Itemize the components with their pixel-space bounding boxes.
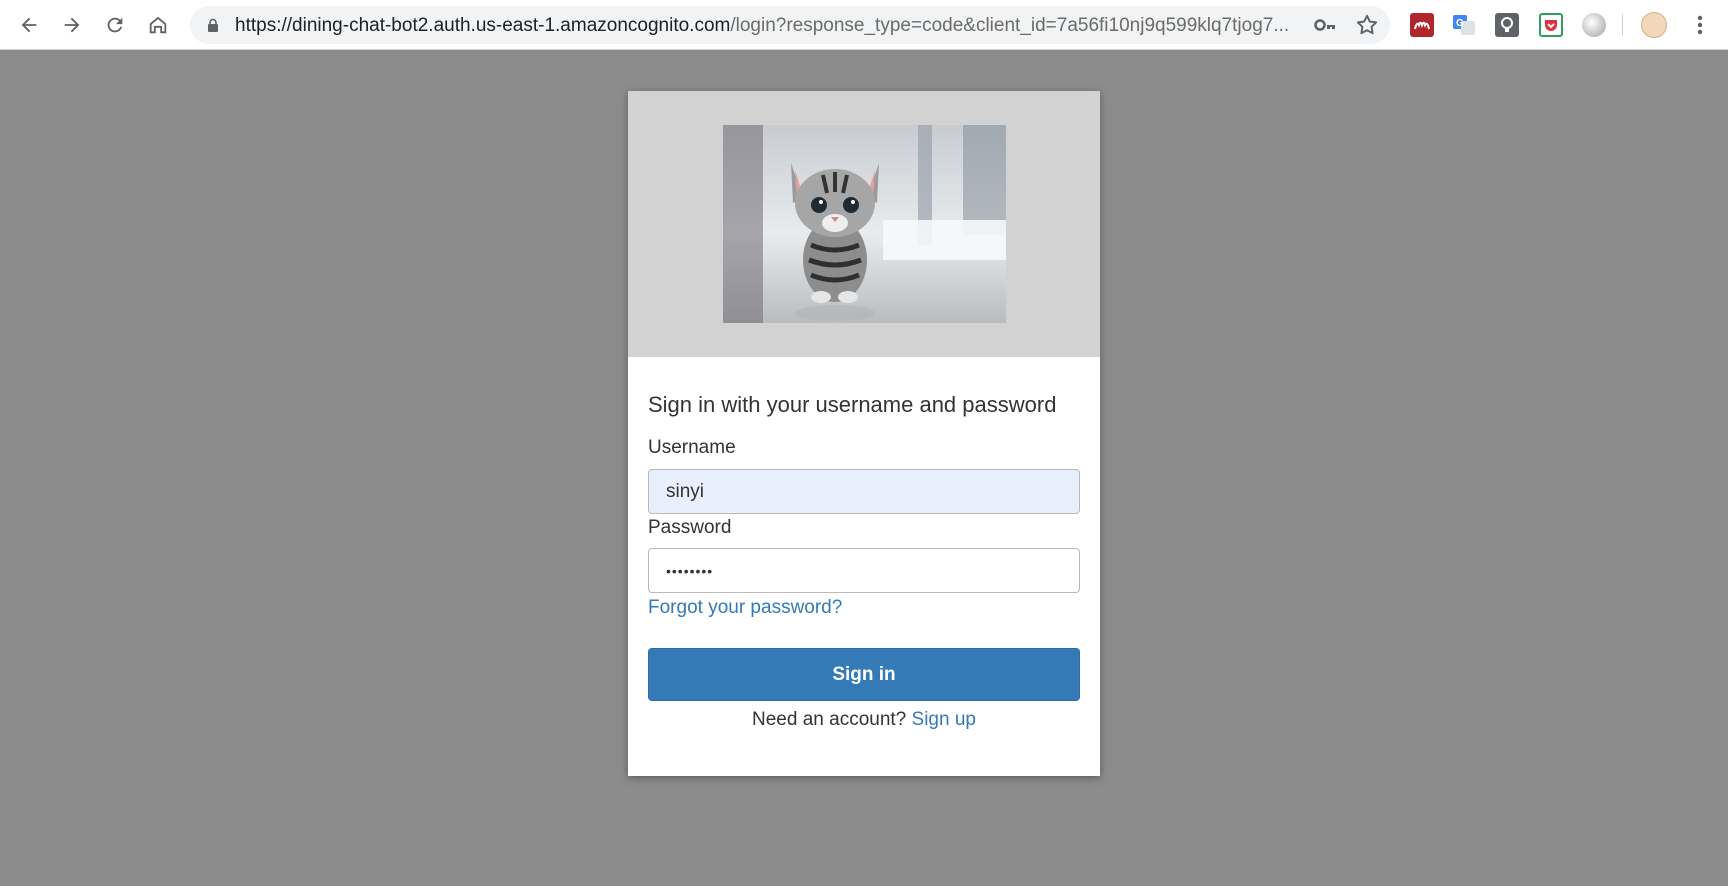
address-bar[interactable]: https://dining-chat-bot2.auth.us-east-1.…	[190, 6, 1390, 44]
forgot-password-link[interactable]: Forgot your password?	[648, 597, 842, 619]
back-button[interactable]	[13, 9, 45, 41]
forward-arrow-icon	[64, 17, 80, 33]
extension-translate-icon[interactable]: G	[1452, 13, 1476, 37]
need-account-text: Need an account?	[752, 709, 907, 730]
browser-toolbar: https://dining-chat-bot2.auth.us-east-1.…	[0, 0, 1728, 50]
back-arrow-icon	[21, 17, 37, 33]
login-card: Sign in with your username and password …	[628, 91, 1100, 776]
url-host: https://dining-chat-bot2.auth.us-east-1.…	[235, 15, 731, 36]
home-button[interactable]	[142, 9, 174, 41]
reload-icon	[107, 17, 123, 33]
url-path: /login?response_type=code&client_id=7a56…	[730, 15, 1290, 36]
password-value: ••••••••	[666, 562, 714, 579]
extension-mendeley-icon[interactable]	[1410, 13, 1434, 37]
username-label: Username	[648, 437, 736, 458]
form-heading: Sign in with your username and password	[648, 392, 1057, 417]
url-text: https://dining-chat-bot2.auth.us-east-1.…	[235, 15, 1289, 37]
toolbar-separator	[1622, 14, 1623, 36]
username-value: sinyi	[666, 480, 705, 502]
username-input[interactable]: sinyi	[648, 469, 1080, 514]
password-key-icon[interactable]	[1312, 12, 1338, 38]
logo-banner	[628, 91, 1100, 357]
sign-up-link[interactable]: Sign up	[912, 709, 976, 730]
lock-icon	[208, 18, 218, 32]
extension-lightbulb-icon[interactable]	[1495, 13, 1519, 37]
reload-button[interactable]	[99, 9, 131, 41]
extension-circle-icon[interactable]	[1582, 13, 1606, 37]
sign-in-button[interactable]: Sign in	[648, 648, 1080, 701]
profile-avatar[interactable]	[1641, 12, 1667, 38]
home-icon	[149, 16, 167, 34]
password-input[interactable]: ••••••••	[648, 548, 1080, 593]
svg-text:G: G	[1456, 18, 1464, 29]
signup-row: Need an account? Sign up	[648, 709, 1080, 731]
forward-button[interactable]	[56, 9, 88, 41]
bookmark-star-icon[interactable]	[1354, 12, 1380, 38]
password-label: Password	[648, 517, 732, 538]
kitten-logo-image	[723, 125, 1006, 323]
extension-pocket-icon[interactable]	[1539, 13, 1563, 37]
kebab-menu-icon[interactable]	[1690, 12, 1710, 38]
